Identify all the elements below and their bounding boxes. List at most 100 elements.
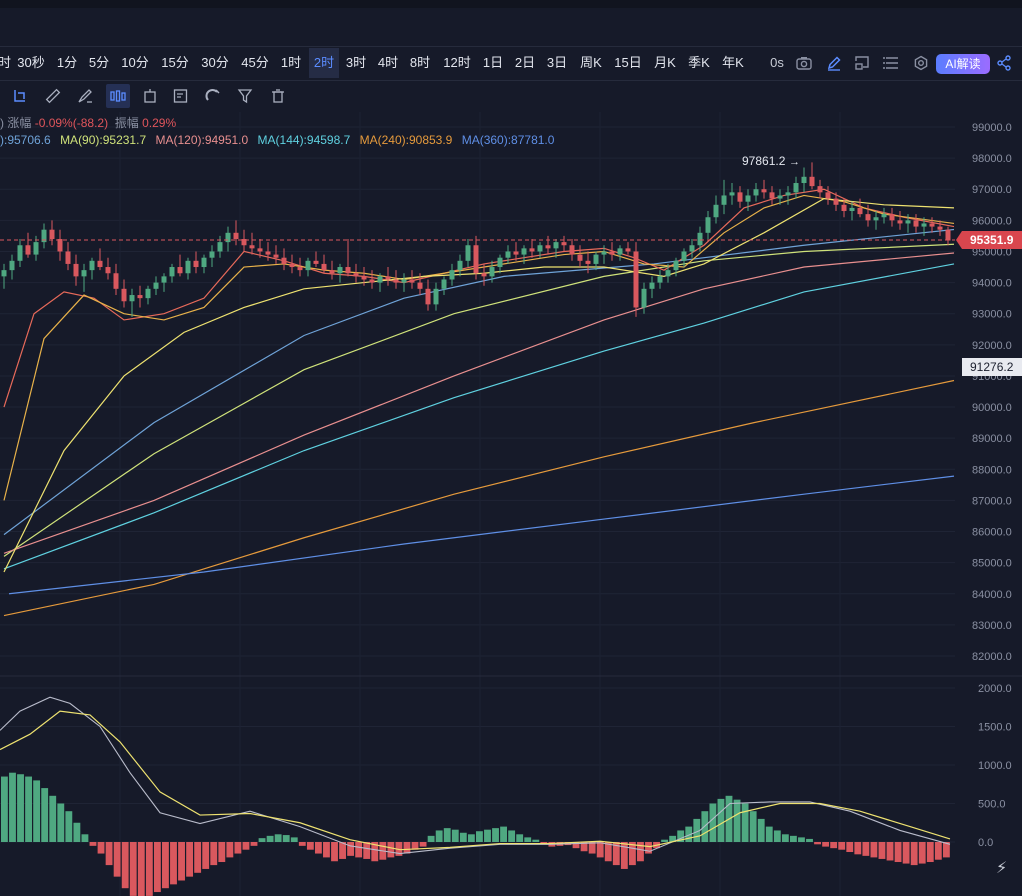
candle-body <box>345 267 351 274</box>
candle-body <box>489 267 495 277</box>
ma360-legend: MA(360):87781.0 <box>461 133 555 147</box>
macd-bar <box>765 826 773 842</box>
ma-legend: ):95706.6 MA(90):95231.7 MA(120):94951.0… <box>0 133 560 147</box>
macd-bar <box>250 842 258 846</box>
candle-body <box>249 245 255 249</box>
candle-body <box>353 273 359 277</box>
macd-bar <box>733 799 741 842</box>
candle-body <box>881 214 887 218</box>
candle-body <box>457 260 463 271</box>
ma-line-ma360 <box>8 475 955 595</box>
macd-bar <box>443 828 451 842</box>
candle-body <box>321 263 327 271</box>
candle-body <box>409 279 415 283</box>
candle-body <box>17 245 23 261</box>
macd-bar <box>492 828 499 842</box>
candle-body <box>177 267 183 274</box>
macd-bar <box>306 842 314 850</box>
candle-body <box>593 254 599 264</box>
candle-body <box>201 257 207 268</box>
macd-bar <box>846 842 854 853</box>
macd-bar <box>89 842 97 846</box>
macd-bar <box>934 842 942 860</box>
ma90-legend: MA(90):95231.7 <box>60 133 147 147</box>
candle-body <box>433 288 439 305</box>
candle-body <box>449 270 455 280</box>
candle-body <box>737 192 743 202</box>
candle-body <box>617 248 623 255</box>
candle-body <box>313 260 319 264</box>
macd-bar <box>878 842 886 859</box>
macd-bar <box>162 842 169 889</box>
candle-body <box>257 248 263 252</box>
candle-body <box>481 273 487 277</box>
candle-body <box>849 207 855 212</box>
macd-bar <box>467 834 475 842</box>
candle-body <box>841 204 847 212</box>
candle-body <box>689 245 695 252</box>
macd-bar <box>451 829 459 842</box>
watermark-logo: ⚡ <box>996 860 1008 877</box>
price-axis-tick: 92000.0 <box>972 340 1012 352</box>
candle-body <box>81 270 87 277</box>
macd-bar <box>282 835 290 842</box>
candle-body <box>97 260 103 268</box>
candle-body <box>305 260 311 271</box>
ma120-legend: MA(120):94951.0 <box>155 133 249 147</box>
macd-bar <box>814 842 821 845</box>
candle-body <box>505 251 511 258</box>
candle-body <box>361 276 367 280</box>
macd-bar <box>830 842 838 849</box>
candle-body <box>377 276 383 283</box>
price-axis-tick: 94000.0 <box>972 278 1012 290</box>
macd-bar <box>81 834 89 842</box>
candle-body <box>665 270 671 277</box>
candle-body <box>561 242 567 246</box>
macd-bar <box>918 842 926 864</box>
macd-bar <box>73 822 81 842</box>
macd-bar <box>910 842 918 866</box>
candle-body <box>929 223 935 227</box>
candle-body <box>897 220 903 224</box>
current-price-tag: 95351.9 <box>956 231 1022 249</box>
macd-bar <box>266 835 274 842</box>
candle-body <box>769 192 775 199</box>
macd-bar <box>17 774 24 842</box>
candle-body <box>713 204 719 218</box>
macd-bar <box>145 842 153 896</box>
candle-body <box>601 251 607 255</box>
candle-body <box>337 267 343 274</box>
macd-bar <box>894 842 902 863</box>
macd-bar <box>194 842 202 873</box>
macd-bar <box>153 842 161 893</box>
candle-body <box>329 270 335 274</box>
price-axis-tick: 87000.0 <box>972 495 1012 507</box>
macd-bar <box>210 842 218 866</box>
candle-body <box>905 220 911 224</box>
macd-bar <box>57 803 65 842</box>
macd-bar <box>65 811 73 842</box>
candle-body <box>529 248 535 252</box>
macd-bar <box>806 838 813 842</box>
candle-body <box>921 223 927 227</box>
candle-body <box>809 176 815 187</box>
macd-axis-tick: 1000.0 <box>978 760 1012 772</box>
candle-body <box>817 186 823 193</box>
candle-body <box>49 229 55 240</box>
macd-dea-line <box>0 710 951 851</box>
candle-body <box>145 288 151 299</box>
candle-body <box>265 251 271 255</box>
candle-body <box>417 282 423 289</box>
ma-line-ma-fast-2 <box>3 194 955 501</box>
candle-body <box>833 198 839 205</box>
crosshair-price-tag: 91276.2 <box>962 358 1022 376</box>
price-axis-tick: 84000.0 <box>972 589 1012 601</box>
amplitude-value: 0.29% <box>142 116 177 130</box>
macd-bar <box>403 842 411 854</box>
ma-line-ma60 <box>3 228 955 536</box>
macd-bar <box>524 837 532 842</box>
macd-bar <box>709 803 717 842</box>
macd-bar <box>781 834 789 842</box>
macd-bar <box>757 818 765 842</box>
candle-body <box>9 260 15 271</box>
